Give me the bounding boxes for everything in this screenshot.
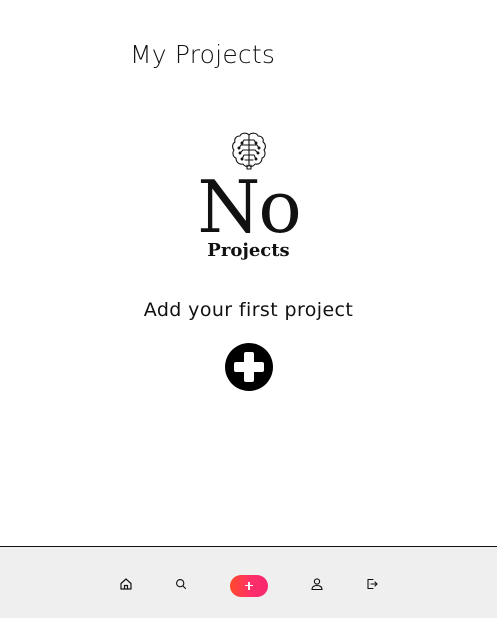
nav-add-button[interactable] <box>230 575 268 597</box>
user-icon[interactable] <box>310 577 324 591</box>
add-first-project-text: Add your first project <box>143 299 354 321</box>
page-title: My Projects <box>130 40 276 69</box>
home-icon[interactable] <box>119 577 133 591</box>
empty-state-subtitle: Projects <box>207 240 290 261</box>
logout-icon[interactable] <box>365 577 379 591</box>
page: My Projects No Projects Add your first p… <box>0 0 497 618</box>
bottom-nav <box>0 546 497 618</box>
add-project-button[interactable] <box>224 343 273 391</box>
empty-state: No Projects Add your first project <box>0 130 497 391</box>
search-icon[interactable] <box>174 577 188 591</box>
empty-state-title: No <box>197 165 301 249</box>
